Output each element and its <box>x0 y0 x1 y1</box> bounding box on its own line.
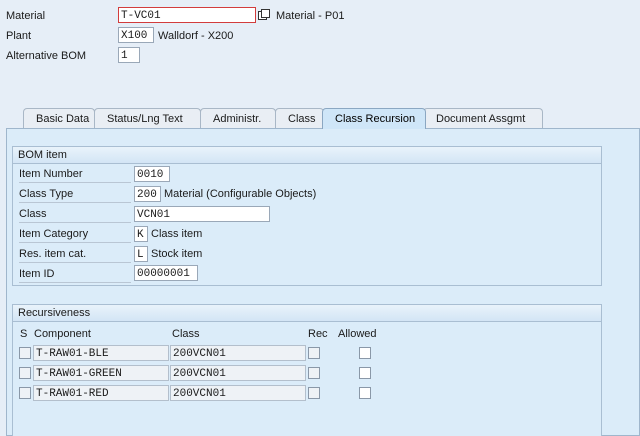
class-label: Class <box>19 206 131 223</box>
plant-input[interactable]: X100 <box>118 27 154 43</box>
class-cell[interactable]: 200VCN01 <box>170 385 306 401</box>
component-cell[interactable]: T-RAW01-BLE <box>33 345 169 361</box>
class-type-label: Class Type <box>19 186 131 203</box>
allowed-checkbox[interactable] <box>359 387 371 399</box>
tab-class-recursion[interactable]: Class Recursion <box>322 108 426 129</box>
alternative-bom-label: Alternative BOM <box>6 50 87 62</box>
tab-document-assgmt[interactable]: Document Assgmt <box>423 108 543 128</box>
tab-basic-data[interactable]: Basic Data <box>23 108 95 128</box>
item-category-description: Class item <box>151 228 203 240</box>
allowed-checkbox[interactable] <box>359 367 371 379</box>
res-item-cat-description: Stock item <box>151 248 203 260</box>
class-type-input[interactable]: 200 <box>134 186 161 202</box>
tab-status-lng-text[interactable]: Status/Lng Text <box>94 108 201 128</box>
row-select-checkbox[interactable] <box>19 367 31 379</box>
copy-icon[interactable] <box>258 9 270 21</box>
item-id-label: Item ID <box>19 266 131 283</box>
class-input[interactable]: VCN01 <box>134 206 270 222</box>
row-select-checkbox[interactable] <box>19 347 31 359</box>
res-item-cat-input[interactable]: L <box>134 246 148 262</box>
tab-class[interactable]: Class <box>275 108 324 128</box>
class-type-description: Material (Configurable Objects) <box>164 188 317 200</box>
alternative-bom-input[interactable]: 1 <box>118 47 140 63</box>
tab-administr[interactable]: Administr. <box>200 108 276 128</box>
rec-checkbox[interactable] <box>308 347 320 359</box>
rec-checkbox[interactable] <box>308 367 320 379</box>
material-input[interactable]: T-VC01 <box>118 7 256 23</box>
recursiveness-title: Recursiveness <box>13 305 601 322</box>
plant-description: Walldorf - X200 <box>158 30 234 42</box>
plant-label: Plant <box>6 30 32 42</box>
column-header-s: S <box>20 328 28 340</box>
column-header-component: Component <box>34 328 91 340</box>
class-cell[interactable]: 200VCN01 <box>170 345 306 361</box>
item-id-input[interactable]: 00000001 <box>134 265 198 281</box>
allowed-checkbox[interactable] <box>359 347 371 359</box>
item-category-label: Item Category <box>19 226 131 243</box>
column-header-rec: Rec <box>308 328 328 340</box>
column-header-class: Class <box>172 328 200 340</box>
res-item-cat-label: Res. item cat. <box>19 246 131 263</box>
material-description: Material - P01 <box>276 10 345 22</box>
item-number-label: Item Number <box>19 166 131 183</box>
column-header-allowed: Allowed <box>338 328 377 340</box>
component-cell[interactable]: T-RAW01-GREEN <box>33 365 169 381</box>
rec-checkbox[interactable] <box>308 387 320 399</box>
item-category-input[interactable]: K <box>134 226 148 242</box>
row-select-checkbox[interactable] <box>19 387 31 399</box>
bom-item-title: BOM item <box>13 147 601 164</box>
class-cell[interactable]: 200VCN01 <box>170 365 306 381</box>
component-cell[interactable]: T-RAW01-RED <box>33 385 169 401</box>
item-number-input[interactable]: 0010 <box>134 166 170 182</box>
material-label: Material <box>6 10 46 22</box>
